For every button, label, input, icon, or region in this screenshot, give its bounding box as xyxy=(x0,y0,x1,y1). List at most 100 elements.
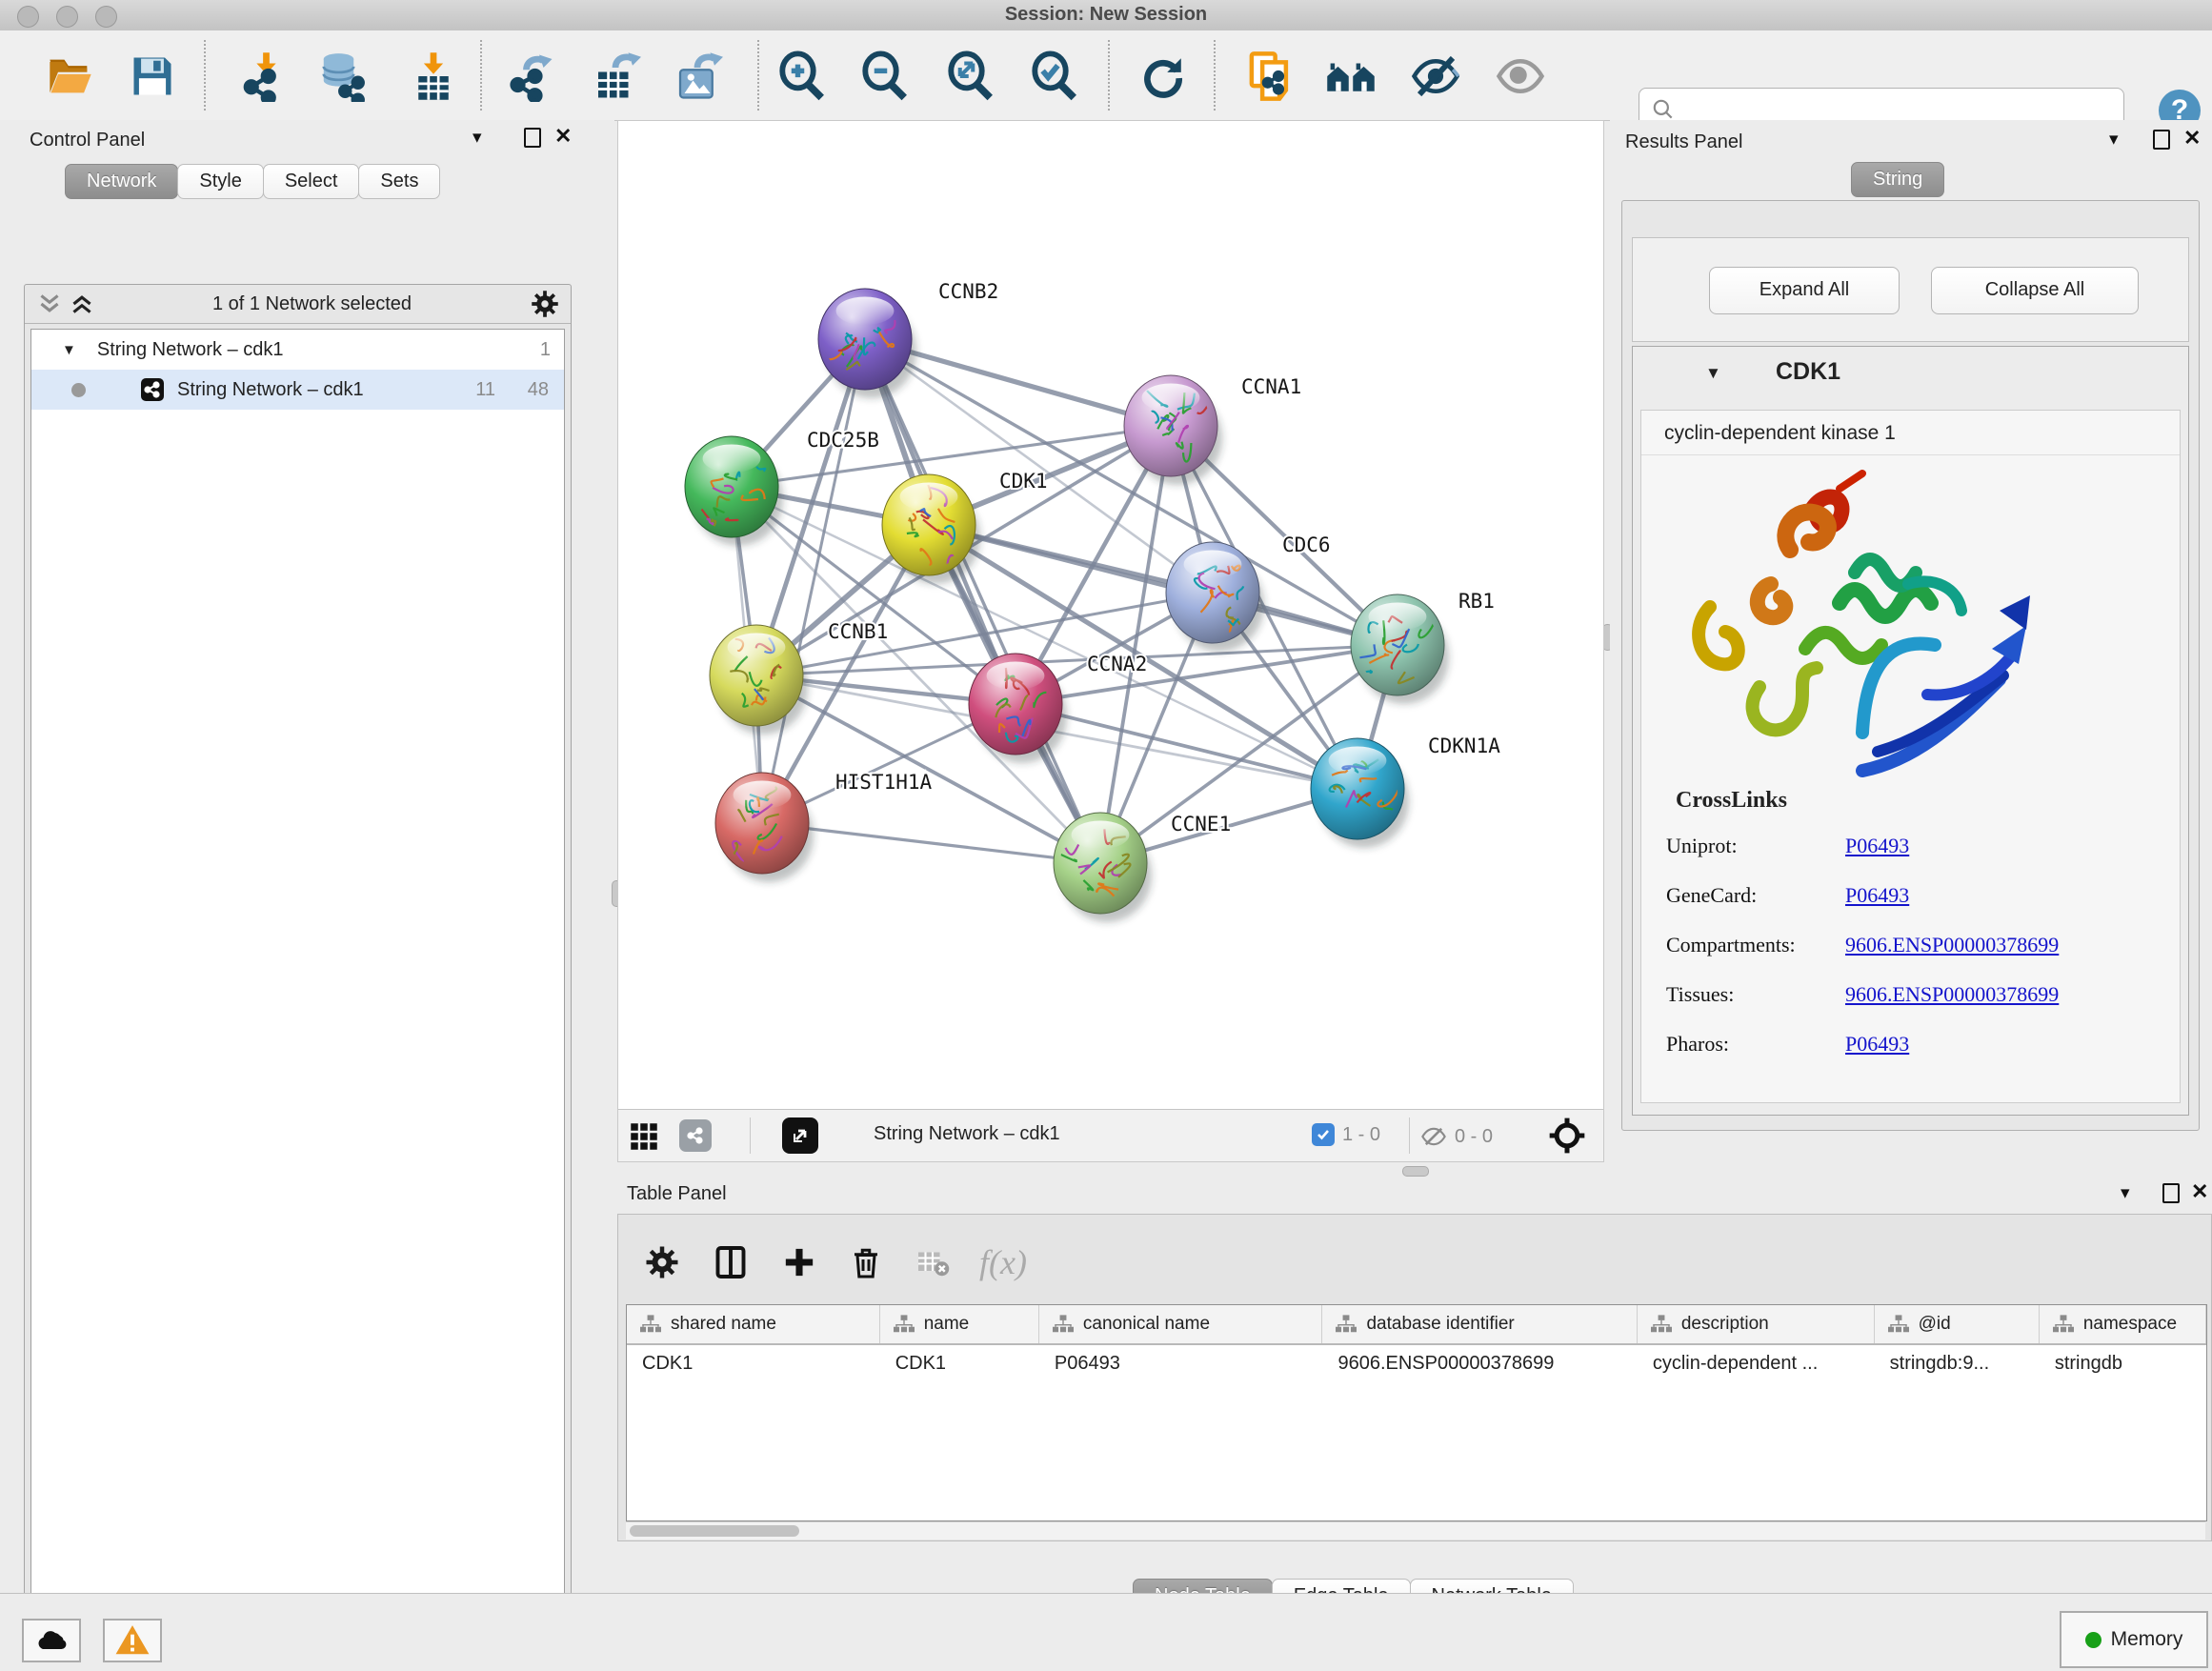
selected-checkbox-icon[interactable] xyxy=(1312,1123,1335,1146)
application-window: Session: New Session xyxy=(0,0,2212,1671)
table-cell: cyclin-dependent ... xyxy=(1638,1345,1875,1381)
column-header-namespace[interactable]: namespace xyxy=(2040,1305,2206,1343)
delete-column-trash-icon[interactable] xyxy=(837,1234,895,1291)
export-network-icon[interactable] xyxy=(505,50,556,102)
refresh-icon[interactable] xyxy=(1136,50,1188,102)
grid-view-icon[interactable] xyxy=(630,1122,658,1156)
table-panel-float-icon[interactable] xyxy=(2162,1183,2180,1209)
delete-table-icon[interactable] xyxy=(904,1234,961,1291)
toolbar-separator xyxy=(757,40,759,111)
network-node-CCNB2[interactable] xyxy=(818,289,916,398)
crosslink-link[interactable]: P06493 xyxy=(1845,834,1909,858)
node-label-CCNA1: CCNA1 xyxy=(1241,375,1301,398)
crosslink-link[interactable]: P06493 xyxy=(1845,1032,1909,1057)
expand-all-icon[interactable] xyxy=(70,292,93,315)
crosslink-link[interactable]: 9606.ENSP00000378699 xyxy=(1845,982,2059,1007)
column-header-description[interactable]: description xyxy=(1638,1305,1875,1343)
network-node-HIST1H1A[interactable] xyxy=(715,773,814,882)
tab-sets[interactable]: Sets xyxy=(358,164,440,199)
scrollbar-thumb[interactable] xyxy=(630,1525,799,1537)
import-network-icon[interactable] xyxy=(236,50,288,102)
network-node-CDKN1A[interactable] xyxy=(1311,738,1409,848)
detach-view-icon[interactable] xyxy=(782,1117,818,1154)
import-table-icon[interactable] xyxy=(408,50,459,102)
export-image-icon[interactable] xyxy=(672,50,723,102)
import-database-icon[interactable] xyxy=(317,50,369,102)
results-buttons-box: Expand All Collapse All xyxy=(1632,237,2189,342)
column-header-database-identifier[interactable]: database identifier xyxy=(1322,1305,1637,1343)
zoom-in-icon[interactable] xyxy=(776,50,828,102)
zoom-fit-icon[interactable] xyxy=(945,50,996,102)
memory-status-dot-icon xyxy=(2085,1632,2101,1648)
column-header-label: namespace xyxy=(2083,1314,2177,1335)
column-header--id[interactable]: @id xyxy=(1875,1305,2040,1343)
network-collection-row[interactable]: ▼ String Network – cdk1 1 xyxy=(31,330,564,370)
collapse-all-icon[interactable] xyxy=(38,292,61,315)
network-node-CDC25B[interactable] xyxy=(685,436,783,546)
column-attribute-icon xyxy=(1336,1314,1357,1335)
search-input[interactable] xyxy=(1676,98,2099,122)
node-label-CDKN1A: CDKN1A xyxy=(1428,735,1500,757)
tab-select[interactable]: Select xyxy=(263,164,360,199)
crosslink-label: Uniprot: xyxy=(1666,834,1738,858)
collection-count: 1 xyxy=(540,339,551,361)
network-options-gear-icon[interactable] xyxy=(531,290,559,318)
results-panel-menu-icon[interactable]: ▾ xyxy=(2109,130,2119,151)
control-panel-menu-icon[interactable]: ▾ xyxy=(473,128,482,149)
column-header-canonical-name[interactable]: canonical name xyxy=(1039,1305,1323,1343)
network-canvas[interactable]: CCNB2CCNA1CDC25BCDK1CDC6RB1CCNB1CCNA2CDK… xyxy=(618,121,1603,1110)
network-node-RB1[interactable] xyxy=(1351,594,1449,704)
results-panel-close-icon[interactable]: ✕ xyxy=(2183,128,2201,149)
string-documents-icon[interactable] xyxy=(1244,50,1296,102)
network-node-CCNE1[interactable] xyxy=(1054,813,1152,922)
export-table-icon[interactable] xyxy=(590,50,641,102)
zoom-out-icon[interactable] xyxy=(859,50,911,102)
column-header-shared-name[interactable]: shared name xyxy=(627,1305,880,1343)
network-share-view-icon[interactable] xyxy=(679,1119,712,1152)
table-options-gear-icon[interactable] xyxy=(633,1234,691,1291)
create-column-plus-icon[interactable] xyxy=(771,1234,828,1291)
protein-name: CDK1 xyxy=(1776,358,1840,386)
tab-string[interactable]: String xyxy=(1851,162,1944,197)
zoom-selected-icon[interactable] xyxy=(1029,50,1080,102)
table-panel-menu-icon[interactable]: ▾ xyxy=(2121,1183,2130,1204)
hide-selected-eye-icon[interactable] xyxy=(1410,50,1461,102)
network-list: ▼ String Network – cdk1 1 String Network… xyxy=(30,329,565,1671)
network-name: String Network – cdk1 xyxy=(177,379,364,401)
crosslink-link[interactable]: P06493 xyxy=(1845,883,1909,908)
column-attribute-icon xyxy=(894,1314,915,1335)
expand-all-button[interactable]: Expand All xyxy=(1709,267,1900,314)
network-node-CCNA2[interactable] xyxy=(969,654,1067,763)
control-panel-close-icon[interactable]: ✕ xyxy=(554,126,572,147)
column-header-name[interactable]: name xyxy=(880,1305,1039,1343)
bottom-splitter-handle[interactable] xyxy=(1402,1166,1429,1177)
fit-selected-crosshair-icon[interactable] xyxy=(1548,1117,1586,1159)
tab-network[interactable]: Network xyxy=(65,164,178,199)
table-row[interactable]: CDK1CDK1P064939606.ENSP00000378699cyclin… xyxy=(627,1345,2206,1381)
table-horizontal-scrollbar[interactable] xyxy=(626,1521,2205,1540)
crosslink-link[interactable]: 9606.ENSP00000378699 xyxy=(1845,933,2059,957)
collapse-all-button[interactable]: Collapse All xyxy=(1931,267,2139,314)
hidden-eye-icon[interactable] xyxy=(1420,1123,1447,1150)
toolbar-divider xyxy=(750,1117,751,1154)
results-panel-float-icon[interactable] xyxy=(2153,130,2170,155)
network-view-toolbar: String Network – cdk1 1 - 0 0 - 0 xyxy=(618,1109,1603,1161)
warnings-button[interactable] xyxy=(103,1619,162,1662)
table-panel-close-icon[interactable]: ✕ xyxy=(2191,1181,2208,1202)
open-session-icon[interactable] xyxy=(45,50,96,102)
cloud-button[interactable] xyxy=(22,1619,81,1662)
control-panel: Control Panel ▾ ✕ NetworkStyleSelectSets… xyxy=(0,120,614,1593)
function-builder-icon[interactable]: f(x) xyxy=(975,1234,1032,1291)
memory-button[interactable]: Memory xyxy=(2060,1611,2208,1668)
save-session-icon[interactable] xyxy=(127,50,178,102)
protein-collapse-triangle-icon[interactable]: ▼ xyxy=(1705,364,1721,383)
network-node-CCNA1[interactable] xyxy=(1124,375,1222,485)
collection-expand-triangle-icon[interactable]: ▼ xyxy=(62,342,76,358)
first-neighbors-icon[interactable] xyxy=(1325,50,1377,102)
control-panel-float-icon[interactable] xyxy=(524,128,541,153)
show-all-eye-icon[interactable] xyxy=(1495,50,1546,102)
network-row[interactable]: String Network – cdk1 11 48 xyxy=(31,370,564,410)
hidden-counter: 0 - 0 xyxy=(1420,1123,1493,1150)
tab-style[interactable]: Style xyxy=(177,164,263,199)
show-columns-icon[interactable] xyxy=(702,1234,759,1291)
